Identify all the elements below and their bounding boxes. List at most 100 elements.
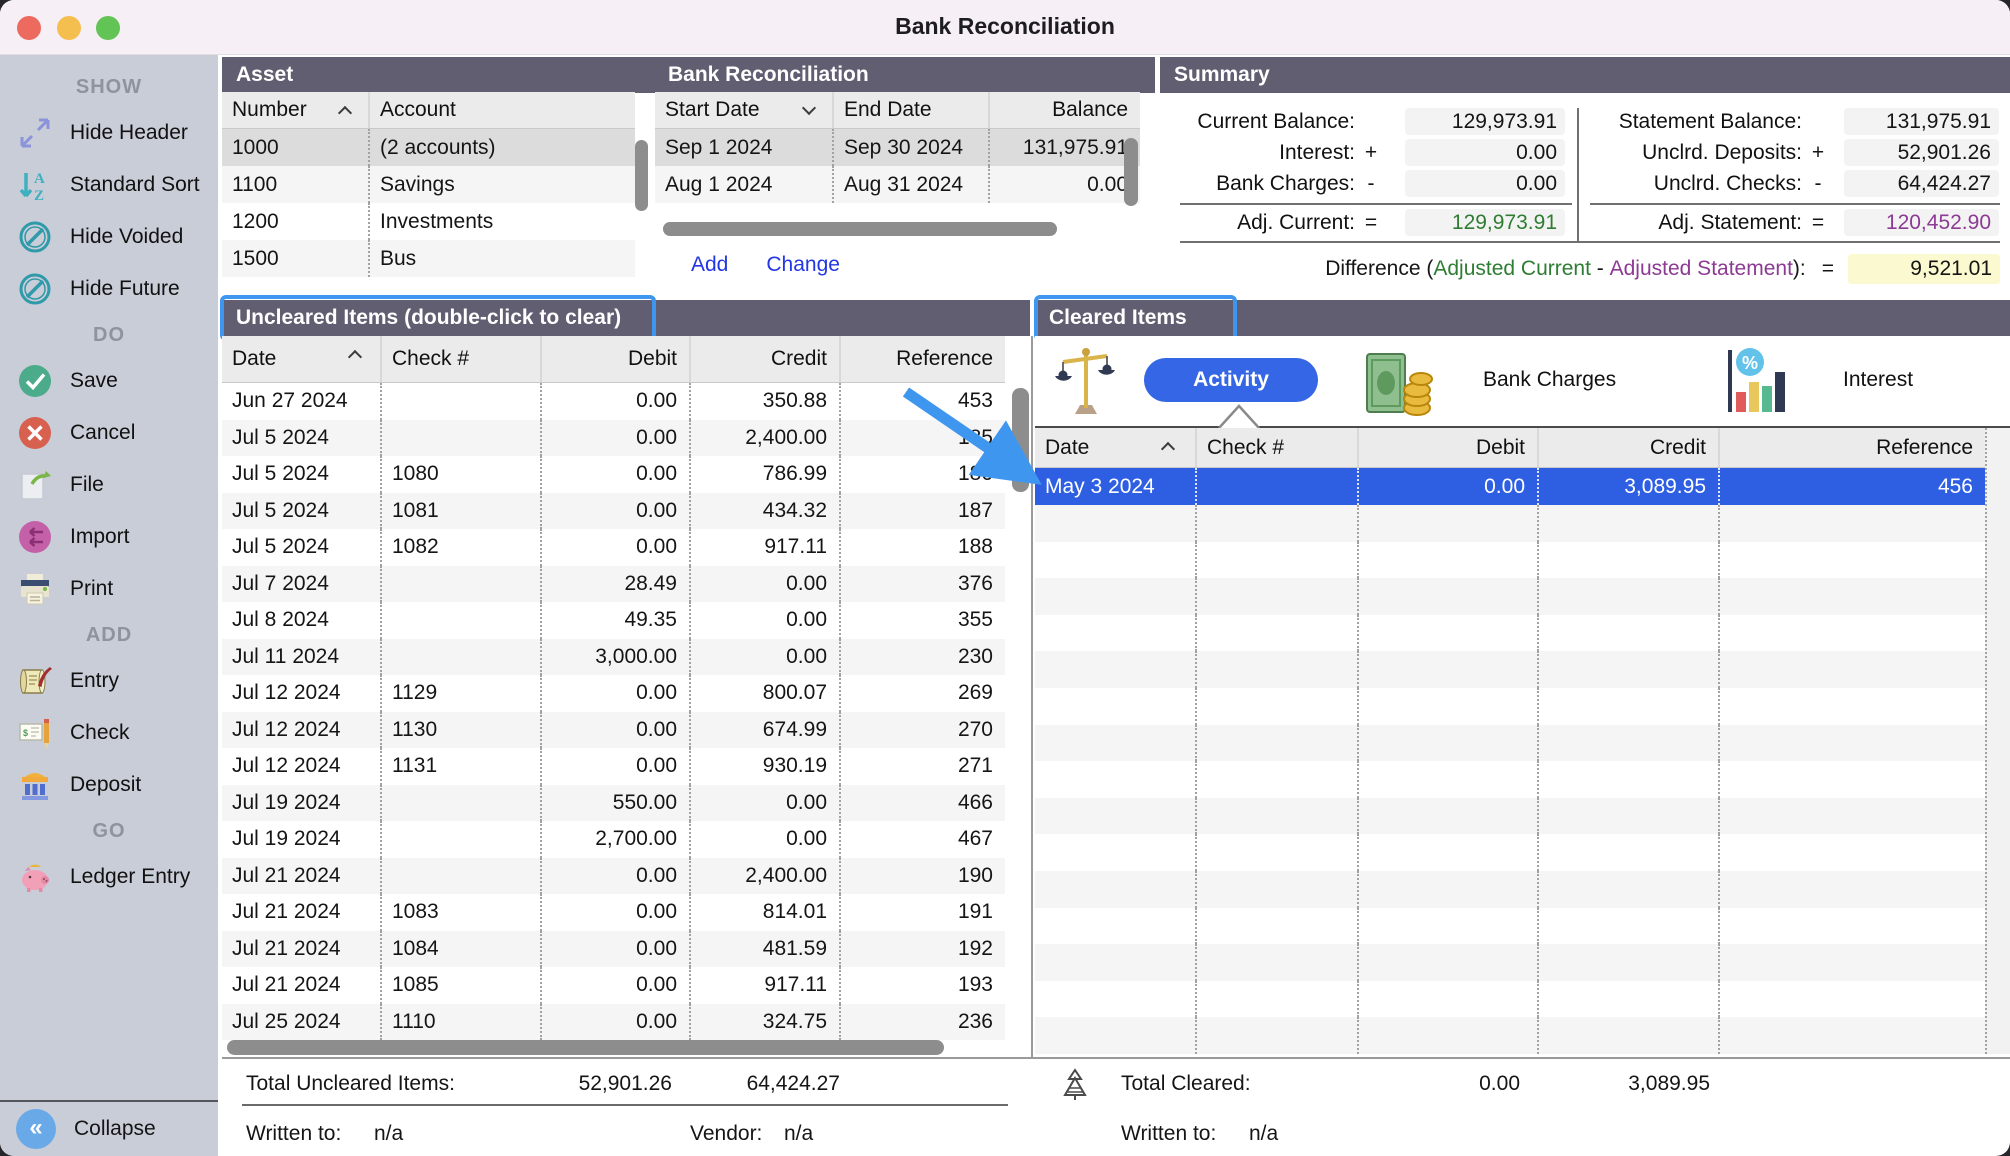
adj-statement-label: Adj. Statement: <box>1590 211 1802 235</box>
sidebar-item-check[interactable]: $Check <box>0 707 218 759</box>
table-cell <box>1357 761 1537 798</box>
uncleared-row[interactable]: Jul 21 202410850.00917.11193 <box>222 967 1005 1004</box>
uncleared-horizontal-scrollbar[interactable] <box>227 1040 944 1055</box>
tab-interest[interactable]: Interest <box>1843 368 1913 392</box>
change-link[interactable]: Change <box>766 253 840 277</box>
column-header-balance[interactable]: Balance <box>988 92 1140 128</box>
sidebar-item-print[interactable]: Print <box>0 563 218 615</box>
uncleared-vertical-scrollbar[interactable] <box>1012 388 1029 492</box>
table-cell: 0.00 <box>540 748 689 785</box>
uncleared-row[interactable]: Jul 5 202410800.00786.99186 <box>222 456 1005 493</box>
uncleared-row[interactable]: Jul 12 202411300.00674.99270 <box>222 712 1005 749</box>
column-header-check[interactable]: Check # <box>1195 428 1357 467</box>
column-header-debit[interactable]: Debit <box>540 336 689 382</box>
empty-row[interactable] <box>1035 871 1985 908</box>
tab-activity[interactable]: Activity <box>1144 358 1318 402</box>
empty-row[interactable] <box>1035 908 1985 945</box>
empty-row[interactable] <box>1035 1017 1985 1054</box>
uncleared-row[interactable]: Jul 12 202411290.00800.07269 <box>222 675 1005 712</box>
empty-row[interactable] <box>1035 944 1985 981</box>
column-header-reference[interactable]: Reference <box>839 336 1005 382</box>
uncleared-row[interactable]: Jul 5 202410820.00917.11188 <box>222 529 1005 566</box>
uncleared-row[interactable]: Jul 7 202428.490.00376 <box>222 566 1005 603</box>
empty-row[interactable] <box>1035 725 1985 762</box>
sidebar: SHOWHide HeaderAZStandard SortHide Voide… <box>0 55 218 1156</box>
table-cell: 1130 <box>380 712 540 749</box>
tab-bank-charges[interactable]: Bank Charges <box>1483 368 1616 392</box>
sidebar-item-entry[interactable]: Entry <box>0 655 218 707</box>
sidebar-item-save[interactable]: Save <box>0 355 218 407</box>
column-header-number[interactable]: Number <box>222 92 368 128</box>
column-header-date[interactable]: Date <box>1035 428 1195 467</box>
recon-row[interactable]: Sep 1 2024Sep 30 2024131,975.91 <box>655 129 1140 166</box>
table-cell: 1500 <box>222 240 368 277</box>
column-header-check[interactable]: Check # <box>380 336 540 382</box>
empty-row[interactable] <box>1035 651 1985 688</box>
recon-table-header: Start Date End Date Balance <box>655 92 1140 129</box>
empty-row[interactable] <box>1035 688 1985 725</box>
sidebar-item-file[interactable]: File <box>0 459 218 511</box>
empty-row[interactable] <box>1035 761 1985 798</box>
cleared-row[interactable]: May 3 20240.003,089.95456 <box>1035 468 1985 505</box>
tab-pointer-icon <box>1217 404 1261 428</box>
table-cell <box>1357 871 1537 908</box>
collapse-button[interactable]: « Collapse <box>0 1100 218 1156</box>
recon-vertical-scrollbar[interactable] <box>1124 138 1138 206</box>
empty-row[interactable] <box>1035 578 1985 615</box>
empty-row[interactable] <box>1035 615 1985 652</box>
sidebar-item-import[interactable]: Import <box>0 511 218 563</box>
empty-row[interactable] <box>1035 505 1985 542</box>
sidebar-item-hide-header[interactable]: Hide Header <box>0 107 218 159</box>
empty-row[interactable] <box>1035 834 1985 871</box>
sidebar-item-ledger-entry[interactable]: Ledger Entry <box>0 851 218 903</box>
sidebar-item-deposit[interactable]: Deposit <box>0 759 218 811</box>
empty-row[interactable] <box>1035 798 1985 835</box>
column-header-start-date[interactable]: Start Date <box>655 92 832 128</box>
recon-horizontal-scrollbar[interactable] <box>663 222 1057 236</box>
sidebar-item-standard-sort[interactable]: AZStandard Sort <box>0 159 218 211</box>
uncleared-row[interactable]: Jul 21 202410830.00814.01191 <box>222 894 1005 931</box>
sidebar-item-label: File <box>70 473 104 496</box>
uncleared-row[interactable]: Jul 12 202411310.00930.19271 <box>222 748 1005 785</box>
asset-row[interactable]: 1500Bus <box>222 240 635 277</box>
table-cell <box>380 566 540 603</box>
add-link[interactable]: Add <box>691 253 728 277</box>
uncleared-row[interactable]: Jul 21 20240.002,400.00190 <box>222 858 1005 895</box>
column-header-credit[interactable]: Credit <box>689 336 839 382</box>
uncleared-footer: Total Uncleared Items: 52,901.26 64,424.… <box>222 1060 1030 1156</box>
column-header-date[interactable]: Date <box>222 336 380 382</box>
asset-row[interactable]: 1000(2 accounts) <box>222 129 635 166</box>
table-cell: 271 <box>839 748 1005 785</box>
table-cell: 1083 <box>380 894 540 931</box>
sidebar-item-hide-voided[interactable]: Hide Voided <box>0 211 218 263</box>
uncleared-row[interactable]: Jul 19 2024550.000.00466 <box>222 785 1005 822</box>
uncleared-row[interactable]: Jul 21 202410840.00481.59192 <box>222 931 1005 968</box>
uncleared-row[interactable]: Jun 27 20240.00350.88453 <box>222 383 1005 420</box>
column-header-debit[interactable]: Debit <box>1357 428 1537 467</box>
asset-row[interactable]: 1100Savings <box>222 166 635 203</box>
column-header-reference[interactable]: Reference <box>1718 428 1985 467</box>
table-cell: 230 <box>839 639 1005 676</box>
uncleared-row[interactable]: Jul 25 202411100.00324.75236 <box>222 1004 1005 1041</box>
asset-vertical-scrollbar[interactable] <box>635 140 648 211</box>
column-header-credit[interactable]: Credit <box>1537 428 1718 467</box>
column-header-end-date[interactable]: End Date <box>832 92 988 128</box>
adjusted-current-term: Adjusted Current <box>1433 257 1591 281</box>
asset-row[interactable]: 1200Investments <box>222 203 635 240</box>
recon-row[interactable]: Aug 1 2024Aug 31 20240.00 <box>655 166 1140 203</box>
empty-row[interactable] <box>1035 981 1985 1018</box>
uncleared-row[interactable]: Jul 11 20243,000.000.00230 <box>222 639 1005 676</box>
sidebar-item-cancel[interactable]: Cancel <box>0 407 218 459</box>
sidebar-item-hide-future[interactable]: Hide Future <box>0 263 218 315</box>
empty-row[interactable] <box>1035 542 1985 579</box>
table-cell: Jul 5 2024 <box>222 493 380 530</box>
column-header-account[interactable]: Account <box>368 92 635 128</box>
written-to-value: n/a <box>374 1122 403 1146</box>
uncleared-row[interactable]: Jul 8 202449.350.00355 <box>222 602 1005 639</box>
uncleared-row[interactable]: Jul 5 202410810.00434.32187 <box>222 493 1005 530</box>
uncleared-row[interactable]: Jul 19 20242,700.000.00467 <box>222 821 1005 858</box>
table-cell: 270 <box>839 712 1005 749</box>
uncleared-row[interactable]: Jul 5 20240.002,400.00185 <box>222 420 1005 457</box>
table-cell <box>1537 542 1718 579</box>
difference-row: Difference (Adjusted Current - Adjusted … <box>1200 254 2000 284</box>
